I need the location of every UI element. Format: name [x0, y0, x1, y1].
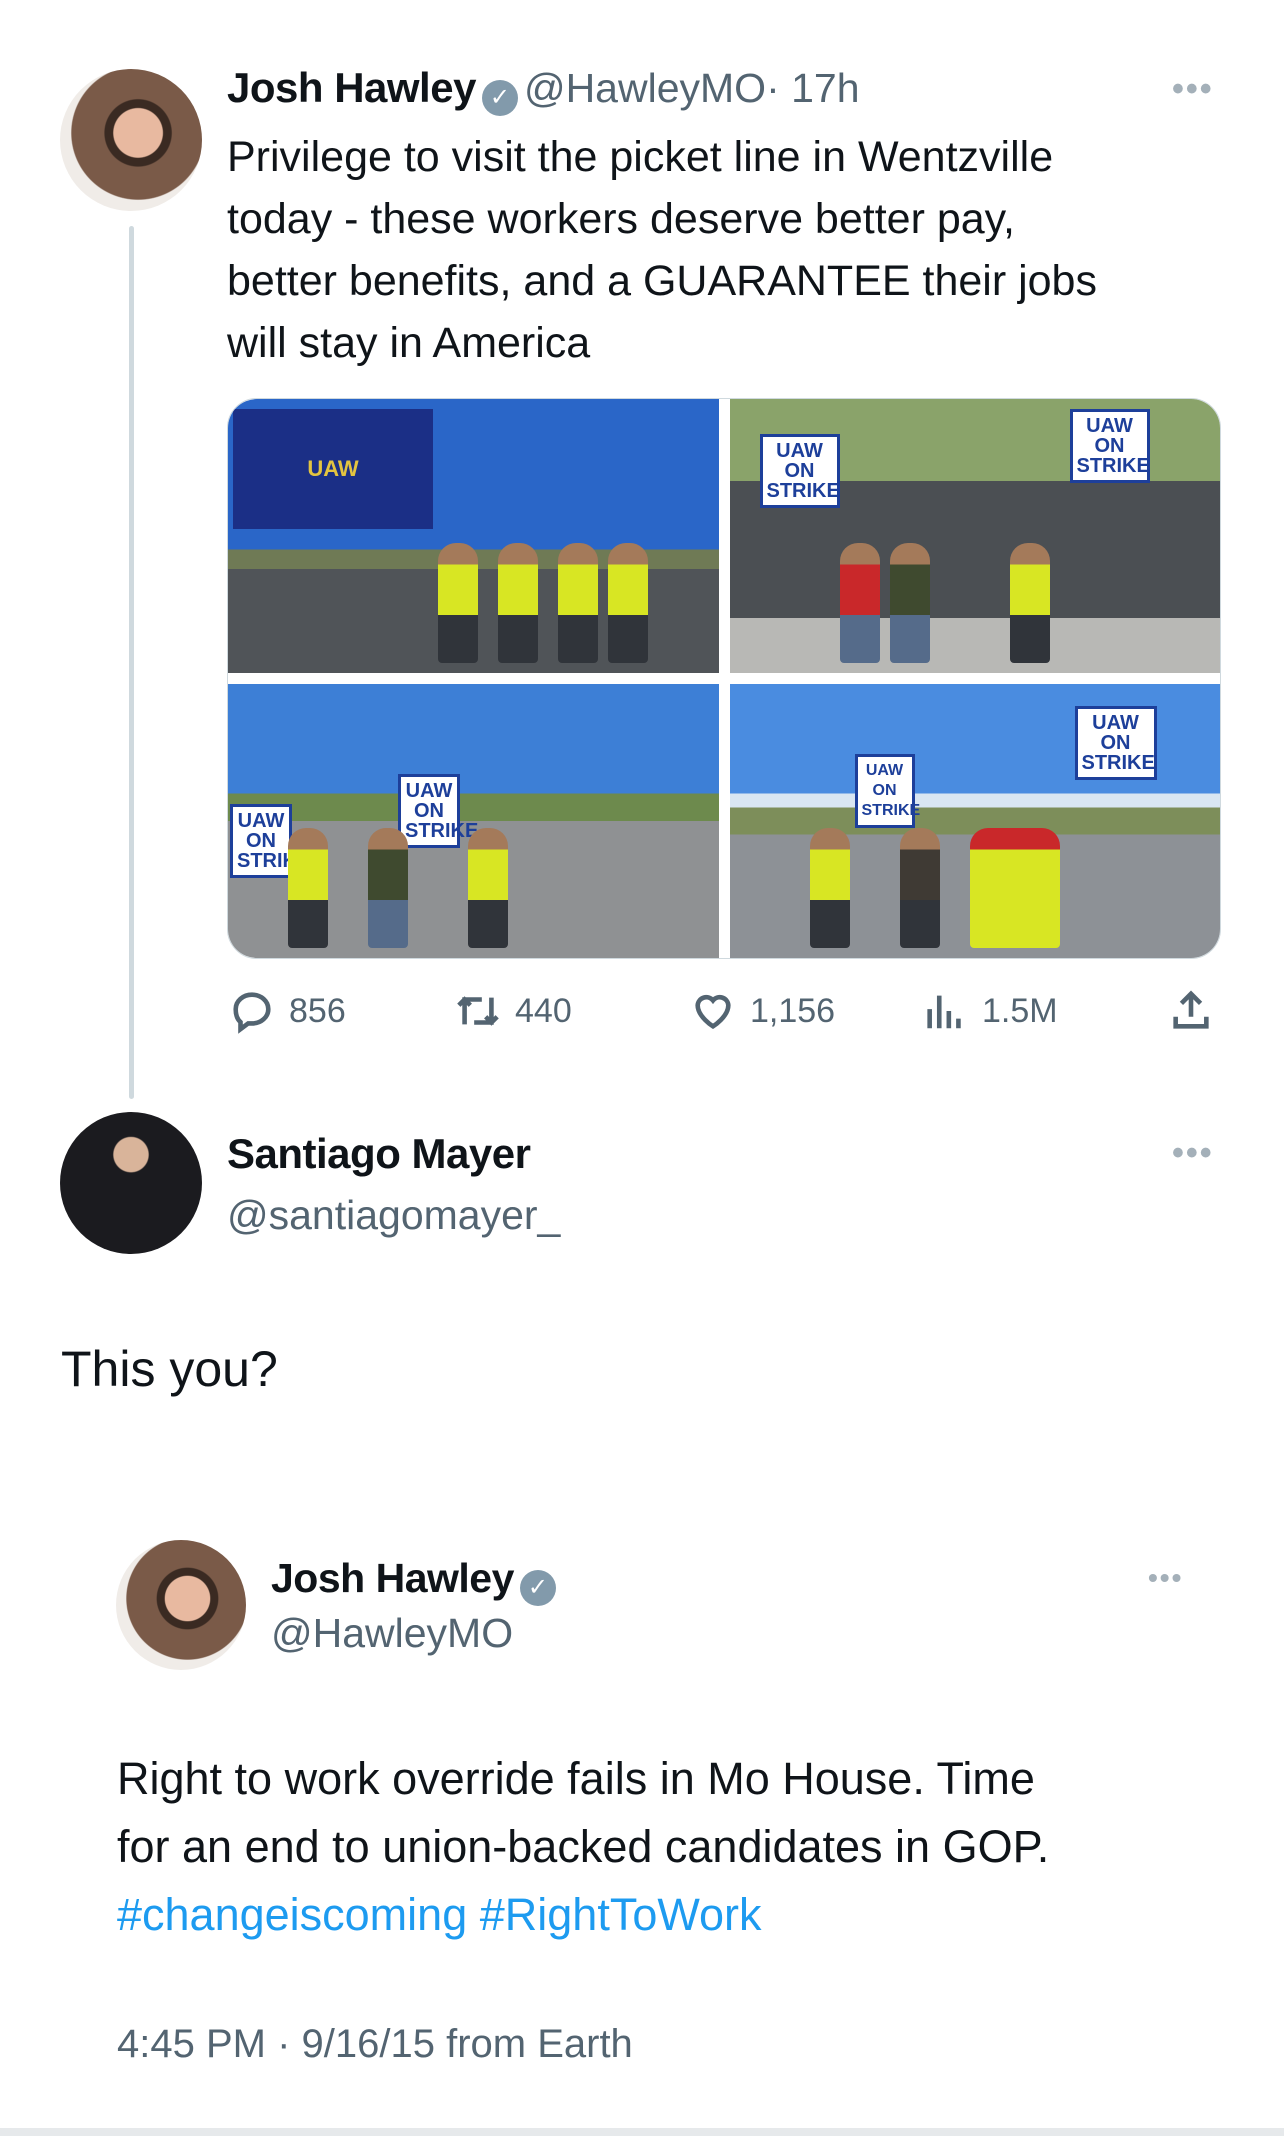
photo-picket-line[interactable]: UAW ON STRIKE UAW ON STRIKE [228, 684, 719, 958]
reply-icon [233, 992, 271, 1034]
media-grid: UAW UAW ON STRIKE UAW ON STRIKE UAW ON S… [227, 398, 1221, 959]
photo-picket-workers[interactable]: UAW ON STRIKE UAW ON STRIKE [729, 399, 1220, 673]
strike-sign: UAW ON STRIKE [1074, 706, 1157, 780]
tweet-header: Josh Hawley ✓ @HawleyMO· 17h [227, 64, 860, 116]
thread-line [129, 226, 134, 1099]
photo-picket-road[interactable]: UAW ON STRIKE UAW ON STRIKE [729, 684, 1220, 958]
views-button[interactable]: 1.5M [922, 988, 1058, 1034]
tweet-time[interactable]: · 17h [766, 65, 859, 111]
reply-author-name[interactable]: Santiago Mayer [227, 1130, 531, 1178]
tweet-text-line: better benefits, and a GUARANTEE their j… [227, 257, 1097, 305]
strike-sign: UAW ON STRIKE [230, 804, 310, 878]
like-button[interactable]: 1,156 [690, 988, 835, 1034]
repost-button[interactable]: 440 [455, 988, 572, 1034]
verified-badge-icon: ✓ [519, 1569, 556, 1606]
avatar-josh-hawley[interactable] [60, 69, 202, 211]
quoted-avatar-josh-hawley [116, 1540, 246, 1670]
tweet-text-line: will stay in America [227, 319, 591, 367]
divider [0, 2128, 1284, 2136]
tweet-text-line: Privilege to visit the picket line in We… [227, 133, 1054, 181]
quoted-header: Josh Hawley ✓ [271, 1555, 562, 1606]
quoted-text: Right to work override fails in Mo House… [117, 1745, 1237, 1949]
strike-sign: UAW ON STRIKE [1069, 409, 1150, 483]
hashtag-link[interactable]: #RightToWork [480, 1889, 762, 1940]
quoted-author-name: Josh Hawley [271, 1555, 514, 1601]
tweet-text-line: today - these workers deserve better pay… [227, 195, 1015, 243]
uaw-flag: UAW [233, 409, 433, 529]
author-handle[interactable]: @HawleyMO [524, 65, 766, 111]
views-count: 1.5M [982, 991, 1058, 1030]
more-options-icon: ••• [1148, 1562, 1184, 1593]
reply-button[interactable]: 856 [229, 988, 346, 1034]
hashtag-link[interactable]: #changeiscoming [117, 1889, 467, 1940]
heart-icon [695, 994, 731, 1030]
strike-sign: UAW ON STRIKE [398, 774, 478, 848]
more-options-icon[interactable]: ••• [1172, 1134, 1214, 1173]
reply-text: This you? [61, 1341, 278, 1397]
author-name[interactable]: Josh Hawley [227, 64, 476, 111]
repost-icon [457, 996, 499, 1026]
share-button[interactable] [1168, 988, 1214, 1034]
quoted-timestamp: 4:45 PM · 9/16/15 from Earth [117, 2022, 633, 2066]
quoted-text-line: for an end to union-backed candidates in… [117, 1821, 1050, 1872]
tweet-text: Privilege to visit the picket line in We… [227, 126, 1237, 374]
share-icon [1173, 990, 1209, 1029]
reply-author-handle[interactable]: @santiagomayer_ [227, 1192, 560, 1239]
more-options-icon[interactable]: ••• [1172, 70, 1214, 109]
quoted-author-handle: @HawleyMO [271, 1610, 514, 1656]
strike-sign: UAW ON STRIKE [854, 754, 920, 828]
strike-sign: UAW ON STRIKE [759, 434, 840, 508]
quoted-text-line: Right to work override fails in Mo House… [117, 1753, 1035, 1804]
verified-badge-icon: ✓ [481, 79, 518, 116]
like-count: 1,156 [750, 991, 836, 1030]
reply-count: 856 [289, 991, 346, 1030]
views-chart-icon [927, 995, 961, 1029]
repost-count: 440 [515, 991, 572, 1030]
photo-picket-flag[interactable]: UAW [228, 399, 719, 673]
avatar-santiago-mayer[interactable] [60, 1112, 202, 1254]
